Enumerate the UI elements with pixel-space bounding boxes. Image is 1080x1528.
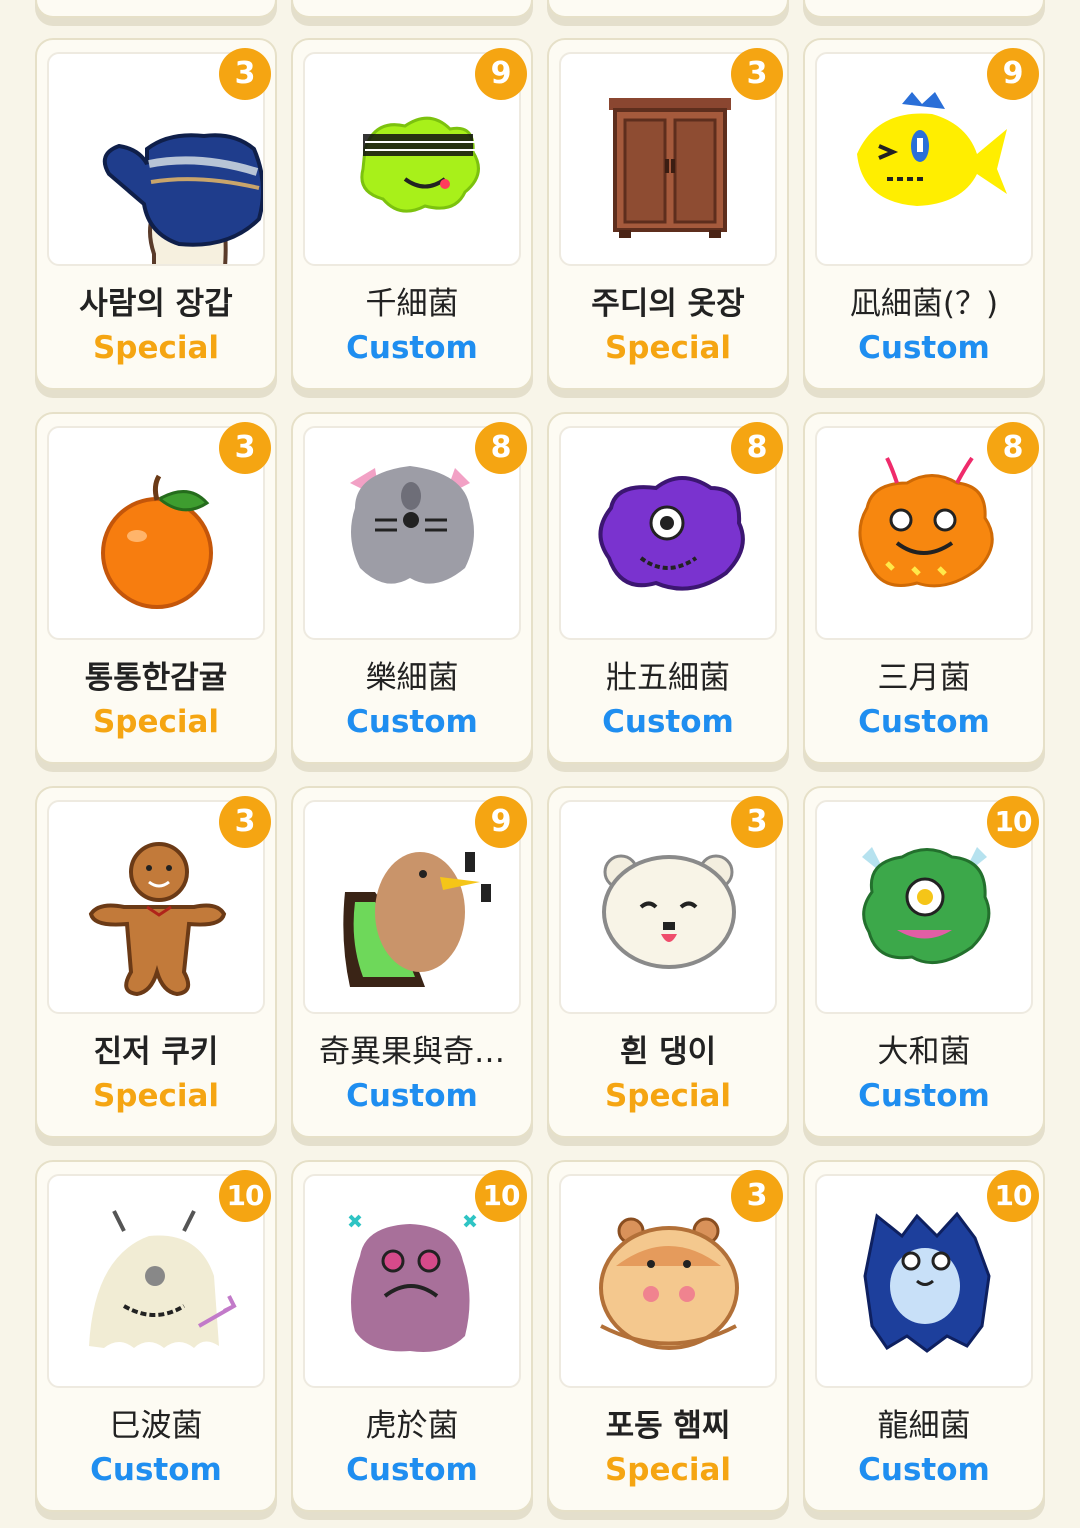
card-title: 凪細菌(？) xyxy=(849,286,999,322)
count-badge: 8 xyxy=(731,422,783,474)
partial-card[interactable] xyxy=(291,0,533,18)
card-type-label: Custom xyxy=(346,330,478,366)
count-badge: 3 xyxy=(219,422,271,474)
card-title: 巳波菌 xyxy=(109,1408,203,1444)
card-type-label: Special xyxy=(604,330,732,366)
card-title: 虎於菌 xyxy=(365,1408,459,1444)
card-title: 흰 댕이 xyxy=(619,1034,717,1070)
card-type-label: Custom xyxy=(858,704,990,740)
collection-card[interactable]: 3 주디의 옷장 Special xyxy=(547,38,789,390)
collection-card[interactable]: 9 凪細菌(？) Custom xyxy=(803,38,1045,390)
collection-card[interactable]: 3 통통한감귤 Special xyxy=(35,412,277,764)
card-title: 포동 햄찌 xyxy=(605,1408,731,1444)
card-type-label: Custom xyxy=(346,704,478,740)
partial-card[interactable] xyxy=(35,0,277,18)
card-type-label: Special xyxy=(604,1452,732,1488)
count-badge: 3 xyxy=(219,48,271,100)
card-type-label: Special xyxy=(92,1078,220,1114)
collection-card[interactable]: 8 壯五細菌 Custom xyxy=(547,412,789,764)
count-badge: 10 xyxy=(475,1170,527,1222)
count-badge: 8 xyxy=(475,422,527,474)
collection-grid: 3 사람의 장갑 Special 9 千細菌 Custom 3 주디의 옷장 Special… xyxy=(0,0,1080,1528)
card-type-label: Special xyxy=(604,1078,732,1114)
collection-card[interactable]: 8 樂細菌 Custom xyxy=(291,412,533,764)
collection-card[interactable]: 10 龍細菌 Custom xyxy=(803,1160,1045,1512)
collection-card[interactable]: 10 巳波菌 Custom xyxy=(35,1160,277,1512)
card-type-label: Special xyxy=(92,704,220,740)
card-type-label: Custom xyxy=(602,704,734,740)
count-badge: 10 xyxy=(987,796,1039,848)
card-title: 大和菌 xyxy=(877,1034,971,1070)
count-badge: 3 xyxy=(731,48,783,100)
card-title: 樂細菌 xyxy=(365,660,459,696)
card-type-label: Custom xyxy=(346,1078,478,1114)
collection-card[interactable]: 3 사람의 장갑 Special xyxy=(35,38,277,390)
card-title: 龍細菌 xyxy=(877,1408,971,1444)
card-title: 奇異果與奇… xyxy=(319,1034,505,1070)
count-badge: 10 xyxy=(987,1170,1039,1222)
card-type-label: Custom xyxy=(858,1452,990,1488)
card-title: 千細菌 xyxy=(365,286,459,322)
collection-card[interactable]: 10 大和菌 Custom xyxy=(803,786,1045,1138)
card-type-label: Custom xyxy=(90,1452,222,1488)
collection-card[interactable]: 3 진저 쿠키 Special xyxy=(35,786,277,1138)
card-title: 진저 쿠키 xyxy=(93,1034,219,1070)
card-title: 통통한감귤 xyxy=(84,660,228,696)
card-type-label: Custom xyxy=(858,1078,990,1114)
partial-card[interactable] xyxy=(803,0,1045,18)
count-badge: 3 xyxy=(731,796,783,848)
count-badge: 3 xyxy=(219,796,271,848)
card-title: 사람의 장갑 xyxy=(79,286,233,322)
card-type-label: Custom xyxy=(858,330,990,366)
collection-card[interactable]: 3 포동 햄찌 Special xyxy=(547,1160,789,1512)
count-badge: 9 xyxy=(987,48,1039,100)
card-title: 주디의 옷장 xyxy=(591,286,745,322)
card-type-label: Special xyxy=(92,330,220,366)
partial-card[interactable] xyxy=(547,0,789,18)
card-title: 壯五細菌 xyxy=(606,660,730,696)
collection-card[interactable]: 9 奇異果與奇… Custom xyxy=(291,786,533,1138)
collection-card[interactable]: 10 虎於菌 Custom xyxy=(291,1160,533,1512)
count-badge: 9 xyxy=(475,796,527,848)
collection-card[interactable]: 8 三月菌 Custom xyxy=(803,412,1045,764)
count-badge: 10 xyxy=(219,1170,271,1222)
card-type-label: Custom xyxy=(346,1452,478,1488)
collection-card[interactable]: 3 흰 댕이 Special xyxy=(547,786,789,1138)
card-title: 三月菌 xyxy=(877,660,971,696)
collection-card[interactable]: 9 千細菌 Custom xyxy=(291,38,533,390)
count-badge: 3 xyxy=(731,1170,783,1222)
count-badge: 8 xyxy=(987,422,1039,474)
count-badge: 9 xyxy=(475,48,527,100)
